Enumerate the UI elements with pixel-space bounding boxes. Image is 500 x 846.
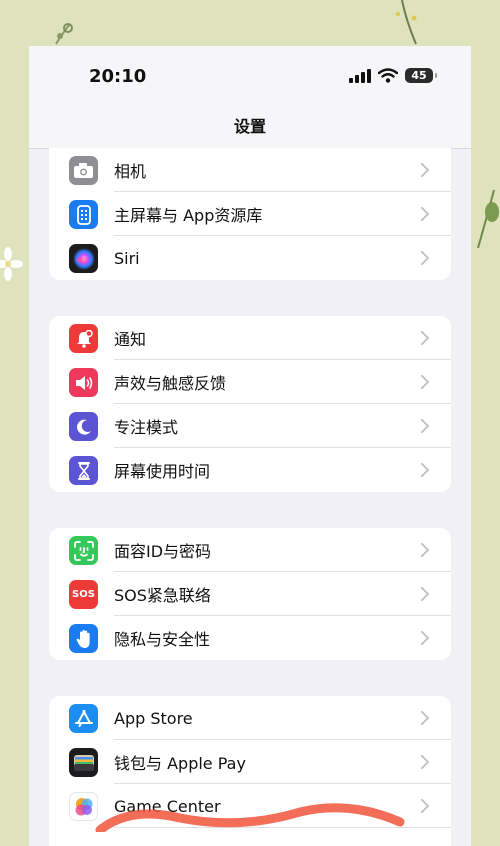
hourglass-icon [69, 456, 98, 485]
wallet-icon [69, 748, 98, 777]
settings-row-focus[interactable]: 专注模式 [49, 404, 451, 448]
settings-row-label: App Store [114, 708, 193, 728]
battery-icon: 45 [405, 68, 437, 83]
chevron-right-icon [421, 543, 429, 557]
siri-icon [69, 244, 98, 273]
speaker-icon [69, 368, 98, 397]
status-time: 20:10 [89, 66, 147, 87]
settings-group-notifications: 通知 声效与触感反馈 专注模式 屏幕使用时间 [49, 316, 451, 492]
settings-row-label: Siri [114, 248, 140, 268]
chevron-right-icon [421, 419, 429, 433]
settings-row-siri[interactable]: Siri [49, 236, 451, 280]
bell-icon [69, 324, 98, 353]
chevron-right-icon [421, 463, 429, 477]
chevron-right-icon [421, 799, 429, 813]
settings-row-home-screen[interactable]: 主屏幕与 App资源库 [49, 192, 451, 236]
settings-row-screen-time[interactable]: 屏幕使用时间 [49, 448, 451, 492]
chevron-right-icon [421, 375, 429, 389]
chevron-right-icon [421, 251, 429, 265]
settings-row-label: 钱包与 Apple Pay [114, 754, 246, 773]
settings-row-label: 主屏幕与 App资源库 [114, 206, 263, 225]
settings-group-apps: App Store 钱包与 Apple Pay Game Center [49, 696, 451, 846]
sos-icon: SOS [69, 580, 98, 609]
settings-row-wallet[interactable]: 钱包与 Apple Pay [49, 740, 451, 784]
chevron-right-icon [421, 331, 429, 345]
settings-row-label: 相机 [114, 162, 147, 181]
settings-row-emergency-sos[interactable]: SOS SOS紧急联络 [49, 572, 451, 616]
face-id-icon [69, 536, 98, 565]
chevron-right-icon [421, 207, 429, 221]
chevron-right-icon [421, 711, 429, 725]
settings-screen: 20:10 45 设置 相机 主屏幕与 App资源库 Siri 通知 声效与触感… [29, 46, 471, 846]
settings-row-sounds[interactable]: 声效与触感反馈 [49, 360, 451, 404]
settings-row-face-id[interactable]: 面容ID与密码 [49, 528, 451, 572]
settings-row-notifications[interactable]: 通知 [49, 316, 451, 360]
settings-row-label: 声效与触感反馈 [114, 374, 227, 393]
sos-badge-text: SOS [72, 589, 95, 600]
page-title: 设置 [233, 117, 266, 136]
hand-icon [69, 624, 98, 653]
row-separator [114, 827, 451, 828]
battery-level: 45 [411, 69, 427, 82]
chevron-right-icon [421, 631, 429, 645]
settings-row-label: 面容ID与密码 [114, 542, 212, 561]
camera-icon [69, 156, 98, 185]
settings-row-label: 专注模式 [114, 418, 179, 437]
wifi-icon [378, 68, 398, 83]
chevron-right-icon [421, 587, 429, 601]
settings-row-privacy[interactable]: 隐私与安全性 [49, 616, 451, 660]
cellular-signal-icon [349, 68, 371, 83]
settings-group-general: 相机 主屏幕与 App资源库 Siri [49, 148, 451, 280]
settings-row-label: 隐私与安全性 [114, 630, 211, 649]
app-store-icon [69, 704, 98, 733]
chevron-right-icon [421, 755, 429, 769]
daisy-doodle-left [0, 247, 23, 281]
chevron-right-icon [421, 163, 429, 177]
stem-doodle-top-right [396, 0, 417, 45]
moon-icon [69, 412, 98, 441]
navigation-bar: 设置 [29, 102, 471, 149]
settings-row-label: Game Center [114, 796, 221, 816]
home-screen-icon [69, 200, 98, 229]
settings-row-label: SOS紧急联络 [114, 586, 211, 605]
settings-row-label: 屏幕使用时间 [114, 462, 211, 481]
game-center-icon [69, 792, 98, 821]
settings-row-camera[interactable]: 相机 [49, 148, 451, 192]
status-bar: 20:10 45 [29, 46, 471, 102]
settings-group-security: 面容ID与密码 SOS SOS紧急联络 隐私与安全性 [49, 528, 451, 660]
settings-row-label: 通知 [114, 330, 147, 349]
settings-row-game-center[interactable]: Game Center [49, 784, 451, 828]
leaf-doodle-right [477, 190, 499, 249]
status-icons: 45 [349, 68, 437, 83]
settings-row-app-store[interactable]: App Store [49, 696, 451, 740]
